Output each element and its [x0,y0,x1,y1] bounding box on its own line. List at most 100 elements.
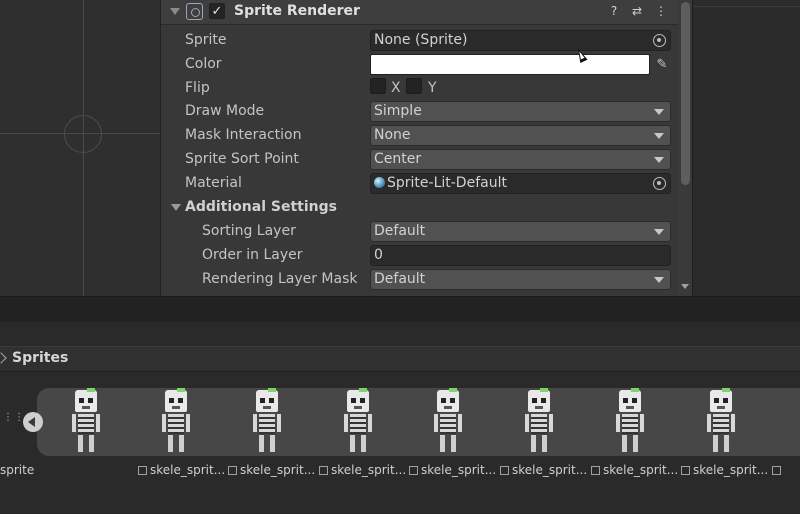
sorting-layer-dropdown[interactable]: Default [370,221,671,242]
color-swatch-field[interactable] [370,54,650,75]
skeleton-arm [368,414,372,432]
flip-y-checkbox[interactable] [406,78,422,94]
sprite-thumbnail[interactable] [614,388,650,456]
dropdown-caret-icon [654,277,664,283]
sprite-row: Sprite None (Sprite) [161,29,678,53]
sprite-value: None (Sprite) [374,32,468,48]
order-in-layer-input[interactable]: 0 [370,245,671,266]
asset-name: skele_sprit... [240,463,316,477]
additional-settings-label: Additional Settings [185,199,337,215]
asset-name: sprite [0,463,35,477]
scrollbar-thumb[interactable] [681,2,690,185]
skeleton-ribcage [440,414,456,434]
component-enabled-checkbox[interactable]: ✓ [209,3,225,19]
flip-row: Flip X Y [161,77,678,101]
sprite-thumbnail[interactable] [523,388,559,456]
sprite-asset-icon [681,466,690,475]
sprites-foldout-header[interactable]: Sprites [0,346,800,372]
draw-mode-row: Draw Mode Simple [161,100,678,124]
asset-item-label[interactable]: skele_sprit... [319,463,406,479]
sprite-renderer-header[interactable]: ✓ Sprite Renderer ? ⇄ ⋮ [161,0,678,25]
skeleton-leg [713,435,718,452]
help-icon[interactable]: ? [607,4,621,18]
skeleton-arm [96,414,100,432]
collapse-left-icon[interactable] [23,412,43,432]
asset-item-label[interactable]: skele_sprit... [138,463,225,479]
order-in-layer-row: Order in Layer 0 [161,244,678,268]
sprite-thumbnail[interactable] [705,388,741,456]
order-in-layer-label: Order in Layer [202,247,303,263]
skeleton-leg [724,435,729,452]
asset-item-label[interactable] [772,463,784,479]
asset-item-label[interactable]: sprite [0,463,34,479]
sprite-sort-point-dropdown[interactable]: Center [370,149,671,170]
skeleton-leg [633,435,638,452]
sprite-label: Sprite [185,32,227,48]
object-picker-icon[interactable] [653,34,666,47]
flip-x-label: X [391,80,401,96]
rendering-layer-mask-dropdown[interactable]: Default [370,269,671,290]
skull-tuft [177,388,185,392]
skeleton-leg [78,435,83,452]
skull-shape [75,390,97,412]
object-picker-icon[interactable] [653,177,666,190]
color-row: Color ✎ [161,53,678,77]
mask-interaction-row: Mask Interaction None [161,124,678,148]
dropdown-caret-icon [654,157,664,163]
sprite-thumbnail[interactable] [70,388,106,456]
flip-x-checkbox[interactable] [370,78,386,94]
flip-label: Flip [185,80,210,96]
sprite-sort-point-value: Center [374,151,422,167]
material-icon [374,177,385,188]
skeleton-leg [622,435,627,452]
sprite-asset-icon [500,466,509,475]
panel-splitter[interactable] [0,296,800,322]
fold-arrow-icon[interactable] [170,8,180,15]
asset-item-label[interactable]: skele_sprit... [228,463,315,479]
asset-item-label[interactable]: skele_sprit... [681,463,768,479]
chevron-right-icon[interactable] [0,352,7,364]
eyedropper-icon[interactable]: ✎ [653,55,671,74]
kebab-menu-icon[interactable]: ⋮ [654,4,668,18]
material-object-field[interactable]: Sprite-Lit-Default [370,173,671,194]
asset-name: skele_sprit... [512,463,588,477]
drag-handle-icon[interactable]: ⋮⋮ [3,413,24,428]
skull-tuft [540,388,548,392]
sprite-thumbnail[interactable] [251,388,287,456]
color-label: Color [185,56,222,72]
additional-settings-foldout[interactable]: Additional Settings [161,196,678,220]
skull-shape [165,390,187,412]
rendering-layer-mask-row: Rendering Layer Mask Default [161,268,678,292]
dropdown-caret-icon [654,229,664,235]
skeleton-arm [525,414,529,432]
fold-arrow-icon[interactable] [171,204,181,211]
scroll-down-arrow-icon[interactable] [681,284,689,289]
material-row: Material Sprite-Lit-Default [161,172,678,196]
skeleton-arm [72,414,76,432]
skull-tuft [631,388,639,392]
sprite-object-field[interactable]: None (Sprite) [370,30,671,51]
inspector-scrollbar[interactable] [678,0,693,296]
sprite-thumbnail[interactable] [432,388,468,456]
skull-shape [528,390,550,412]
mask-interaction-dropdown[interactable]: None [370,125,671,146]
draw-mode-dropdown[interactable]: Simple [370,101,671,122]
skeleton-leg [440,435,445,452]
scene-view[interactable] [0,0,160,296]
sprite-sort-point-row: Sprite Sort Point Center [161,148,678,172]
draw-mode-value: Simple [374,103,422,119]
skeleton-arm [344,414,348,432]
asset-item-label[interactable]: skele_sprit... [500,463,587,479]
preset-icon[interactable]: ⇄ [630,4,644,18]
asset-item-label[interactable]: skele_sprit... [591,463,678,479]
skeleton-ribcage [259,414,275,434]
material-label: Material [185,175,242,191]
sprite-thumbnail[interactable] [342,388,378,456]
sprite-thumbnail[interactable] [160,388,196,456]
dropdown-caret-icon [654,133,664,139]
skull-shape [710,390,732,412]
asset-item-label[interactable]: skele_sprit... [409,463,496,479]
skeleton-leg [350,435,355,452]
scene-gizmo-circle [64,115,102,153]
skeleton-leg [542,435,547,452]
